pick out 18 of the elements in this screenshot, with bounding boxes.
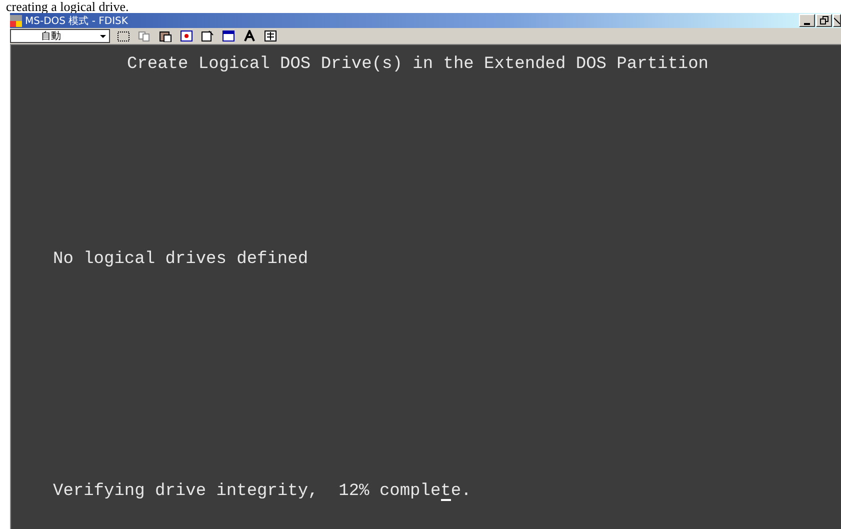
app-icon: [10, 14, 22, 26]
fullscreen-icon[interactable]: [179, 29, 194, 43]
minimize-button[interactable]: [799, 14, 815, 27]
font-select[interactable]: 自動: [10, 29, 110, 43]
copy-icon[interactable]: [137, 29, 152, 43]
text-cursor: [440, 499, 451, 501]
minimize-icon: [804, 22, 810, 24]
restore-button[interactable]: [816, 14, 832, 27]
mark-icon[interactable]: [116, 29, 131, 43]
close-button[interactable]: [833, 14, 841, 27]
console-status: Verifying drive integrity, 12% complete.: [53, 482, 472, 501]
restore-icon: [820, 16, 828, 25]
console-heading: Create Logical DOS Drive(s) in the Extended DOS Partition: [127, 55, 708, 74]
caption-text: creating a logical drive.: [6, 0, 129, 13]
font-icon[interactable]: [242, 29, 257, 43]
window-title: MS-DOS 模式 - FDISK: [25, 14, 128, 28]
console-message: No logical drives defined: [53, 250, 308, 269]
paste-icon[interactable]: [158, 29, 173, 43]
